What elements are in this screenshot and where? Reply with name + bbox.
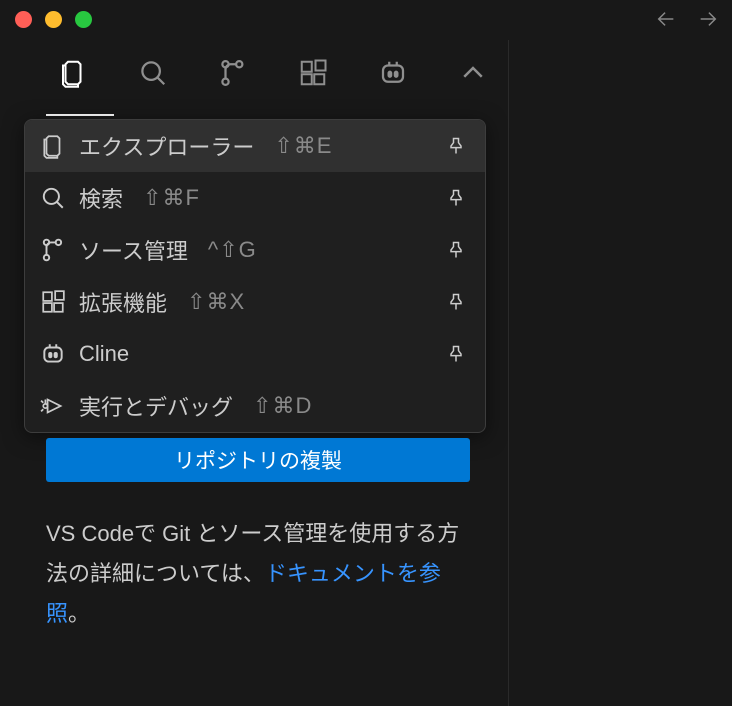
- menu-item-run-debug[interactable]: 実行とデバッグ ⇧⌘D: [25, 380, 485, 432]
- menu-item-extensions[interactable]: 拡張機能 ⇧⌘X: [25, 276, 485, 328]
- pin-icon[interactable]: [445, 135, 467, 157]
- debug-icon: [39, 392, 67, 420]
- robot-icon: [39, 340, 67, 368]
- close-window-button[interactable]: [15, 11, 32, 28]
- pin-icon[interactable]: [445, 187, 467, 209]
- titlebar: [0, 0, 732, 38]
- menu-item-label: 検索: [79, 182, 123, 214]
- pin-icon[interactable]: [445, 343, 467, 365]
- pin-icon[interactable]: [445, 239, 467, 261]
- menu-item-label: 拡張機能: [79, 286, 167, 318]
- pin-icon[interactable]: [445, 291, 467, 313]
- activity-search[interactable]: [136, 56, 170, 90]
- activity-source-control[interactable]: [216, 56, 250, 90]
- search-icon: [39, 184, 67, 212]
- menu-item-shortcut: ⇧⌘F: [143, 185, 200, 211]
- activity-cline[interactable]: [376, 56, 410, 90]
- menu-item-source-control[interactable]: ソース管理 ^⇧G: [25, 224, 485, 276]
- activity-extensions[interactable]: [296, 56, 330, 90]
- nav-back-button[interactable]: [655, 8, 677, 30]
- source-control-panel: リポジトリの複製 VS Codeで Git とソース管理を使用する方法の詳細につ…: [46, 438, 470, 634]
- menu-item-label: Cline: [79, 341, 129, 367]
- activity-bar: [0, 38, 732, 108]
- nav-arrows: [655, 8, 719, 30]
- info-text-suffix: 。: [68, 601, 90, 626]
- traffic-lights: [15, 11, 92, 28]
- activity-explorer[interactable]: [56, 56, 90, 90]
- menu-item-shortcut: ⇧⌘D: [253, 393, 312, 419]
- maximize-window-button[interactable]: [75, 11, 92, 28]
- menu-item-shortcut: ⇧⌘E: [274, 133, 332, 159]
- menu-item-explorer[interactable]: エクスプローラー ⇧⌘E: [25, 120, 485, 172]
- menu-item-label: 実行とデバッグ: [79, 390, 233, 422]
- git-branch-icon: [39, 236, 67, 264]
- minimize-window-button[interactable]: [45, 11, 62, 28]
- clone-repository-button[interactable]: リポジトリの複製: [46, 438, 470, 482]
- panel-divider[interactable]: [508, 40, 509, 706]
- extensions-icon: [39, 288, 67, 316]
- nav-forward-button[interactable]: [697, 8, 719, 30]
- files-icon: [39, 132, 67, 160]
- menu-item-cline[interactable]: Cline: [25, 328, 485, 380]
- menu-item-shortcut: ^⇧G: [208, 237, 257, 263]
- activity-underline: [46, 114, 114, 116]
- info-text: VS Codeで Git とソース管理を使用する方法の詳細については、ドキュメン…: [46, 514, 470, 634]
- activity-overflow[interactable]: [456, 56, 490, 90]
- menu-item-label: ソース管理: [79, 234, 188, 266]
- activity-menu: エクスプローラー ⇧⌘E 検索 ⇧⌘F ソース管理 ^⇧G 拡張機能 ⇧⌘X C…: [24, 119, 486, 433]
- menu-item-shortcut: ⇧⌘X: [187, 289, 245, 315]
- menu-item-search[interactable]: 検索 ⇧⌘F: [25, 172, 485, 224]
- menu-item-label: エクスプローラー: [79, 130, 254, 162]
